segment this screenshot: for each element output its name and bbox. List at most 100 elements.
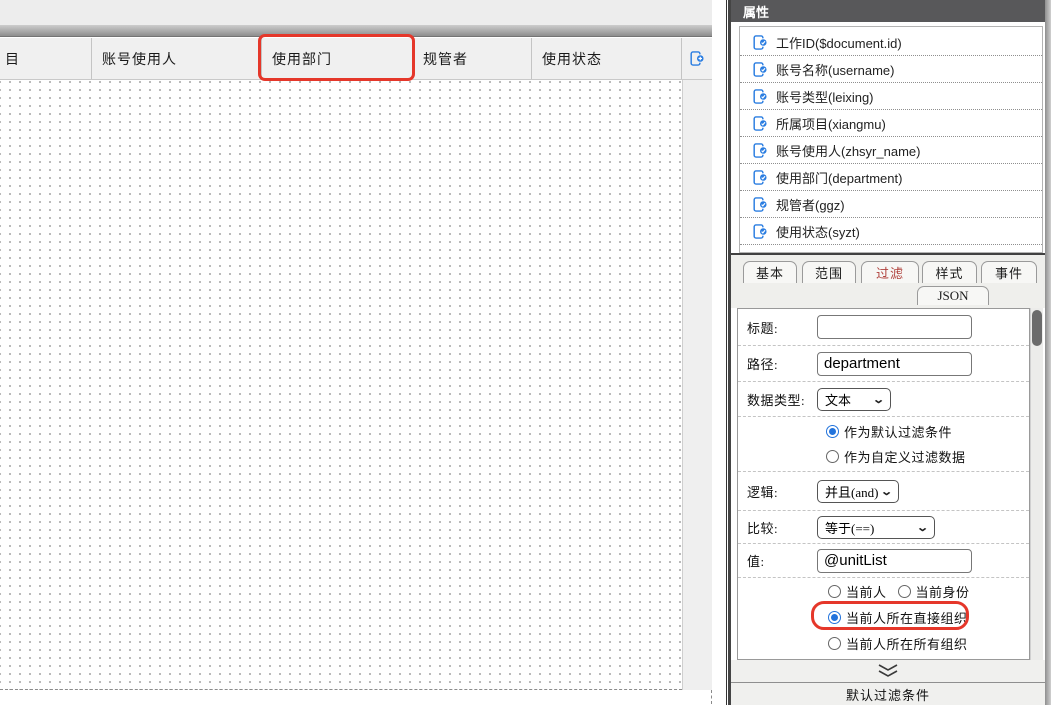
tab-label: 基本 (755, 266, 784, 281)
form-row-value: 值: (738, 544, 1029, 578)
field-item-label: 规管者(ggz) (776, 197, 845, 213)
field-item-label: 账号名称(username) (776, 62, 895, 78)
radio-option-all-orgs[interactable]: 当前人所在所有组织 (828, 634, 968, 653)
column-header-label: 使用部门 (272, 52, 332, 68)
field-item-label: 账号类型(leixing) (776, 89, 874, 105)
radio-option-direct-org[interactable]: 当前人所在直接组织 (828, 608, 968, 627)
datatype-selected-value: 文本 (825, 392, 852, 408)
tab-label: 范围 (814, 266, 843, 281)
field-item-label: 使用状态(syzt) (776, 224, 860, 240)
section-header-label: 默认过滤条件 (845, 687, 930, 703)
page-check-icon (753, 142, 768, 158)
field-item-leixing[interactable]: 账号类型(leixing) (740, 83, 1042, 110)
field-item-xiangmu[interactable]: 所属项目(xiangmu) (740, 110, 1042, 137)
tab-event[interactable]: 事件 (981, 261, 1037, 283)
column-header-syzt[interactable]: 使用状态 (532, 38, 682, 79)
radio-unselected-icon[interactable] (897, 584, 911, 598)
compare-selected-value: 等于(==) (825, 520, 875, 536)
column-header-department[interactable]: 使用部门 (262, 38, 413, 79)
radio-option-default-filter[interactable]: 作为默认过滤条件 (826, 422, 952, 441)
properties-panel: 属性 工作ID($document.id) 账号名称(username) 账号类… (731, 0, 1045, 705)
radio-selected-icon[interactable] (828, 610, 841, 624)
collapse-section-button[interactable] (731, 660, 1045, 682)
radio-label: 当前人所在直接组织 (846, 610, 968, 626)
path-input[interactable] (817, 351, 972, 376)
value-label: 值: (747, 554, 765, 569)
radio-option-current-identity[interactable]: 当前身份 (897, 582, 970, 601)
chevron-down-icon: ⌄ (871, 393, 885, 406)
field-item-label: 所属项目(xiangmu) (776, 116, 886, 132)
radio-unselected-icon[interactable] (826, 450, 839, 463)
logic-selected-value: 并且(and) (825, 484, 879, 500)
radio-label: 作为自定义过滤数据 (844, 450, 966, 465)
column-header-xiangmu[interactable]: 目 (0, 38, 92, 79)
tab-basic[interactable]: 基本 (743, 261, 797, 283)
compare-label: 比较: (747, 520, 779, 536)
add-column-button[interactable] (682, 38, 712, 79)
field-item-label: 使用部门(department) (776, 170, 903, 186)
value-input[interactable] (817, 548, 972, 573)
form-row-datatype: 数据类型: 文本 ⌄ (738, 382, 1029, 417)
page-check-icon (753, 115, 768, 131)
radio-unselected-icon[interactable] (828, 584, 841, 598)
form-row-logic: 逻辑: 并且(and) ⌄ (738, 472, 1029, 511)
radio-selected-icon[interactable] (826, 425, 839, 438)
tab-range[interactable]: 范围 (802, 261, 856, 283)
page-check-icon (753, 88, 768, 104)
column-header-ggz[interactable]: 规管者 (413, 38, 532, 79)
canvas-vertical-scrollbar[interactable] (682, 80, 712, 690)
properties-panel-title: 属性 (731, 0, 1045, 22)
properties-tab-bar: 基本 范围 过滤 样式 事件 JSON (731, 253, 1045, 308)
tab-filter[interactable]: 过滤 (861, 261, 919, 283)
field-item-zhsyr-name[interactable]: 账号使用人(zhsyr_name) (740, 137, 1042, 164)
design-canvas[interactable] (0, 80, 712, 690)
double-chevron-down-icon (878, 664, 898, 677)
properties-panel-title-label: 属性 (743, 4, 770, 20)
tab-label: 事件 (994, 266, 1023, 281)
field-item-label: 工作ID($document.id) (776, 35, 902, 51)
grid-column-header-row: 目 账号使用人 使用部门 规管者 使用状态 (0, 38, 712, 80)
form-row-scope: 当前人 当前身份 当前人所在直接组织 当前人所在所有组织 (738, 578, 1029, 656)
radio-label: 作为默认过滤条件 (844, 425, 953, 440)
page-check-icon (753, 169, 768, 185)
chevron-down-icon: ⌄ (879, 485, 893, 498)
form-row-path: 路径: (738, 346, 1029, 382)
radio-label: 当前人所在所有组织 (846, 636, 968, 652)
form-row-compare: 比较: 等于(==) ⌄ (738, 511, 1029, 544)
page-check-icon (753, 196, 768, 212)
column-header-label: 目 (5, 52, 20, 68)
field-binding-list: 工作ID($document.id) 账号名称(username) 账号类型(l… (739, 26, 1043, 253)
title-input[interactable] (817, 315, 972, 339)
logic-label: 逻辑: (747, 484, 779, 500)
field-item-ggz[interactable]: 规管者(ggz) (740, 191, 1042, 218)
tab-label: JSON (937, 288, 969, 303)
title-label: 标题: (747, 320, 779, 336)
canvas-dashed-corner (702, 690, 712, 704)
page-check-icon (753, 34, 768, 50)
field-item-syzt[interactable]: 使用状态(syzt) (740, 218, 1042, 245)
default-filter-section-header[interactable]: 默认过滤条件 (731, 682, 1045, 705)
field-item-department[interactable]: 使用部门(department) (740, 164, 1042, 191)
tab-json[interactable]: JSON (917, 286, 989, 305)
tab-style[interactable]: 样式 (922, 261, 977, 283)
page-check-icon (753, 61, 768, 77)
splitter-gap (712, 0, 726, 705)
column-header-label: 账号使用人 (102, 52, 177, 68)
designer-top-band (0, 0, 712, 25)
compare-select[interactable]: 等于(==) ⌄ (817, 515, 935, 539)
datatype-select[interactable]: 文本 ⌄ (817, 387, 891, 411)
form-vertical-scrollbar[interactable] (1030, 308, 1043, 660)
form-row-filter-mode: 作为默认过滤条件 作为自定义过滤数据 (738, 417, 1029, 472)
radio-unselected-icon[interactable] (828, 636, 841, 650)
scrollbar-thumb[interactable] (1032, 310, 1042, 346)
column-header-zhsyr[interactable]: 账号使用人 (92, 38, 262, 79)
field-item-document-id[interactable]: 工作ID($document.id) (740, 29, 1042, 56)
window-right-edge (1045, 0, 1051, 705)
radio-option-current-user[interactable]: 当前人 (828, 582, 887, 601)
radio-option-custom-filter[interactable]: 作为自定义过滤数据 (826, 447, 966, 466)
tab-label: 过滤 (875, 266, 904, 281)
field-item-label: 账号使用人(zhsyr_name) (776, 143, 921, 159)
field-item-username[interactable]: 账号名称(username) (740, 56, 1042, 83)
page-check-icon (753, 223, 768, 239)
logic-select[interactable]: 并且(and) ⌄ (817, 479, 899, 503)
